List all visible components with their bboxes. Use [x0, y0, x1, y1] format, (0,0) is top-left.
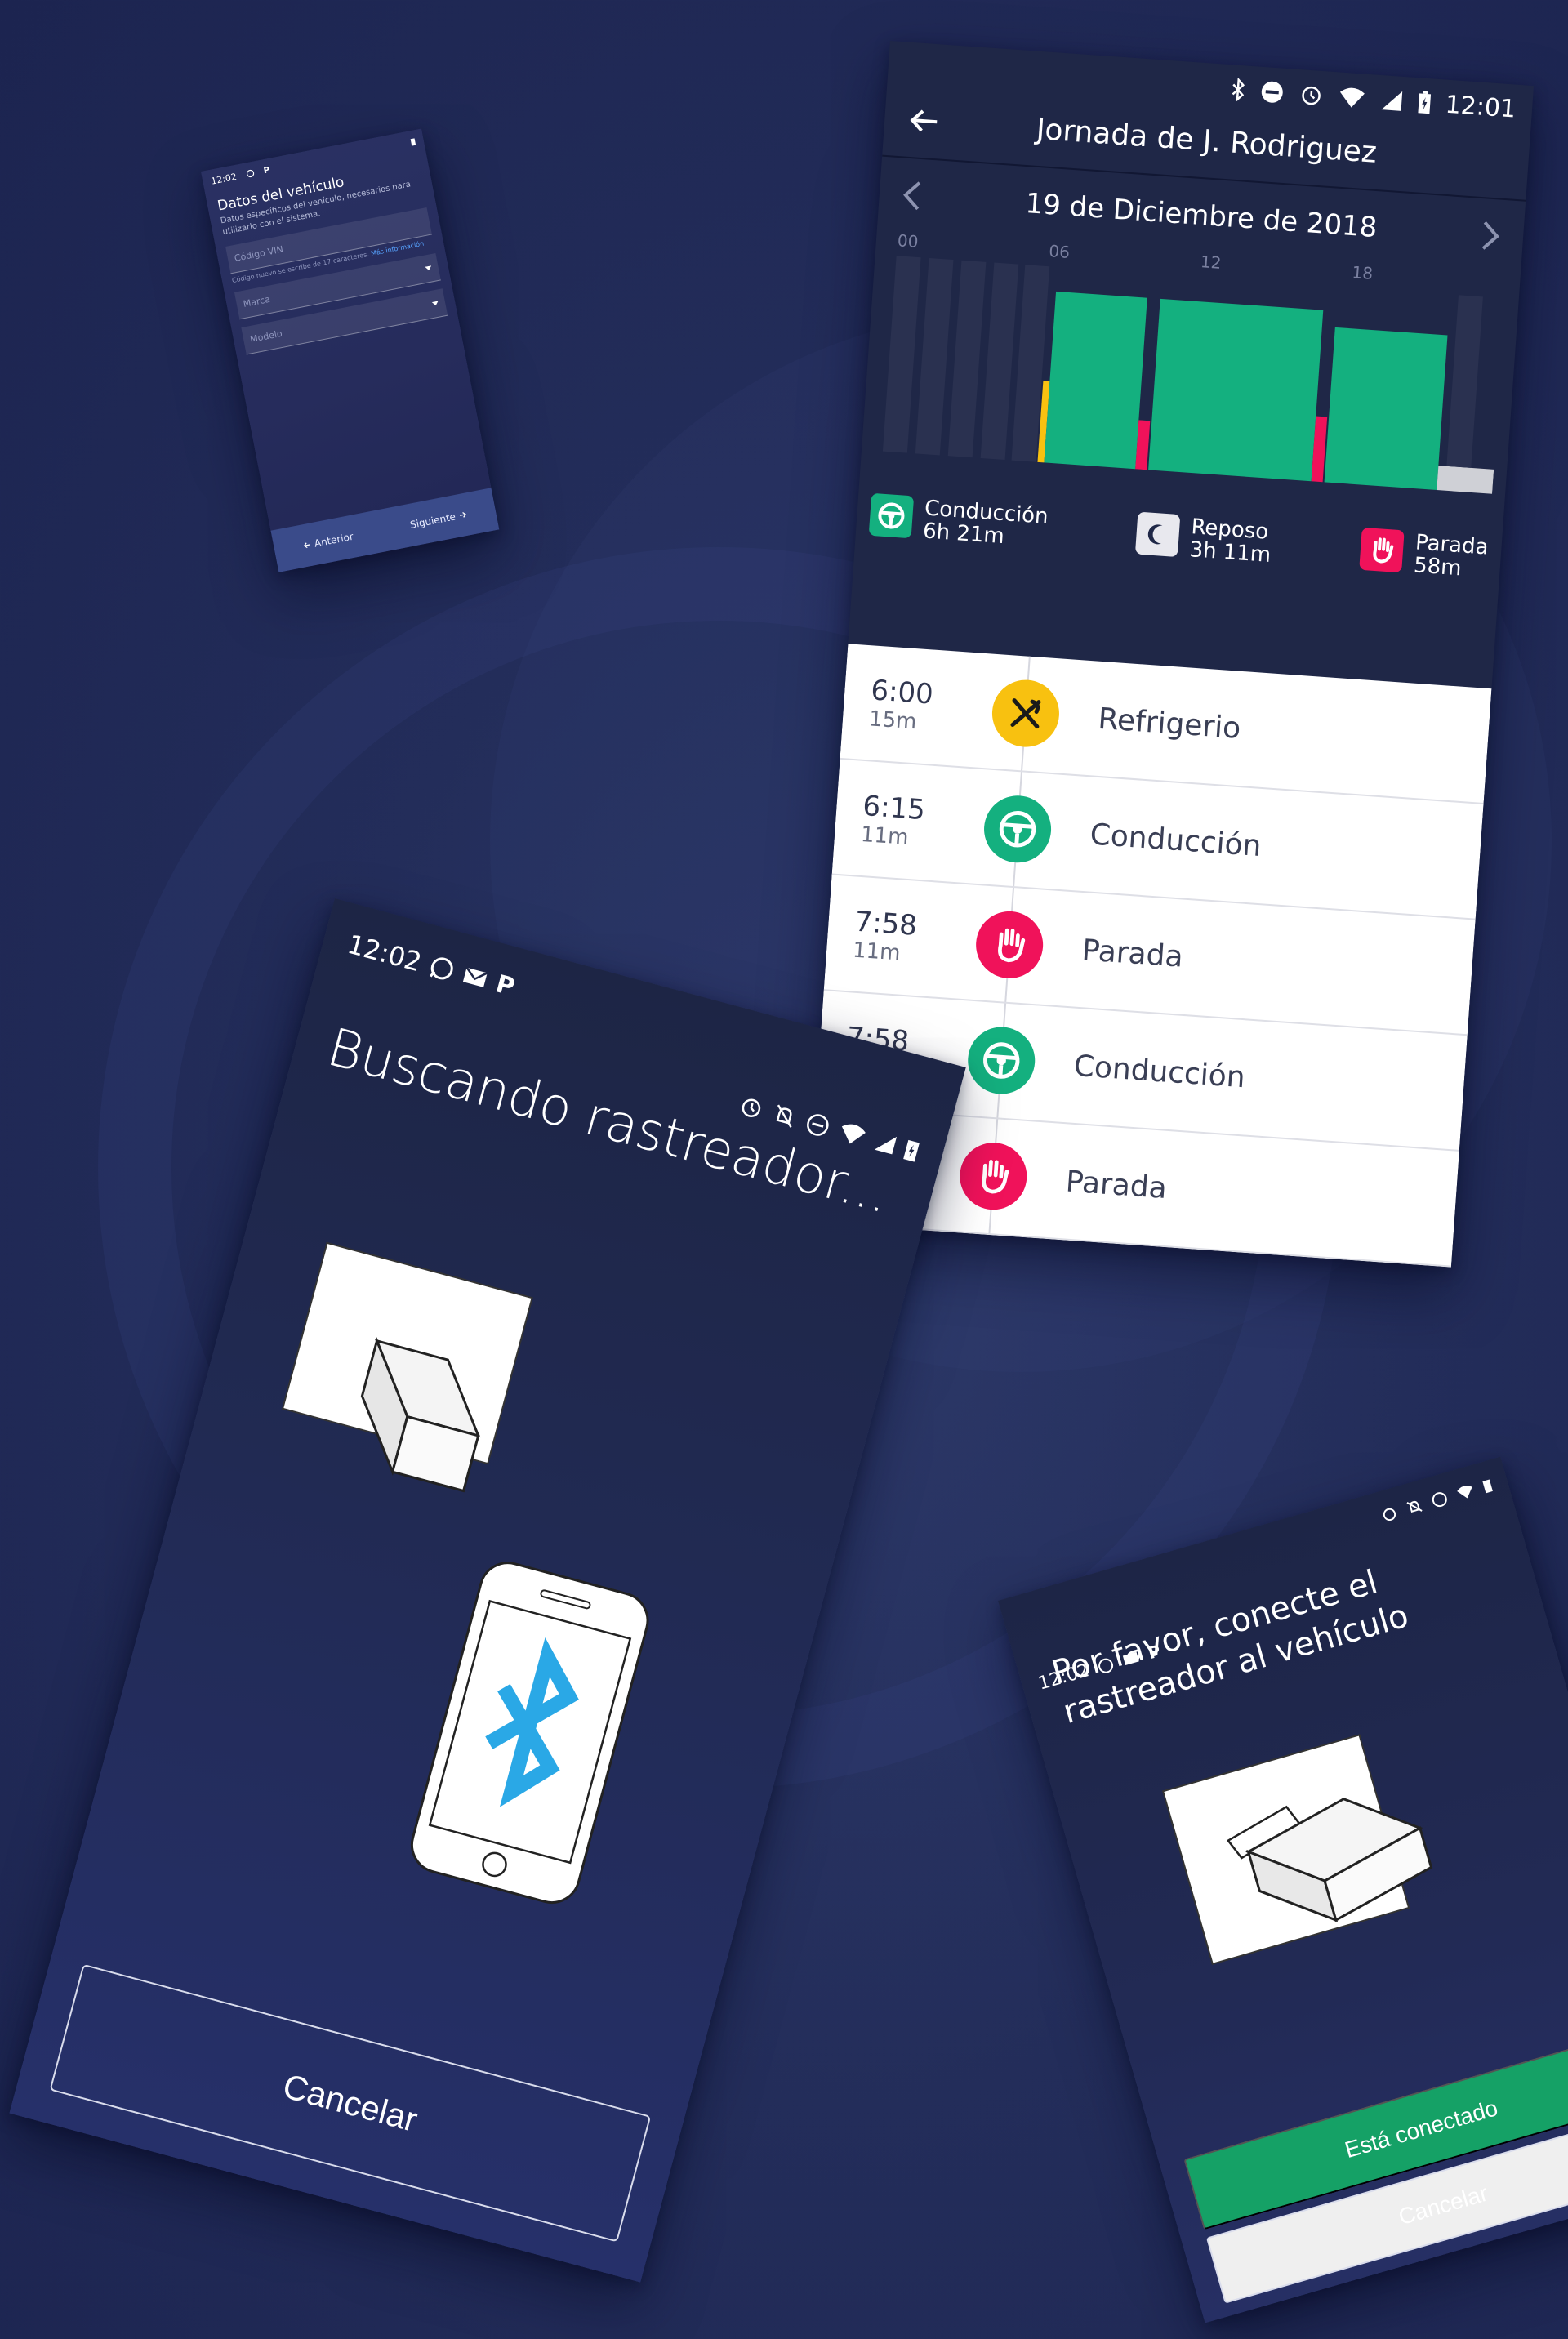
rest-bar	[947, 260, 987, 458]
hand-stop-icon	[1359, 527, 1405, 573]
hour-tick-12: 12	[1200, 252, 1222, 273]
status-time: 12:01	[1444, 90, 1517, 124]
rest-bar	[882, 256, 921, 453]
vehicle-data-screen: 12:02 P Datos del vehículo Datos específ…	[201, 128, 500, 572]
event-label: Parada	[1080, 933, 1184, 974]
signal-icon	[1379, 88, 1404, 113]
hour-tick-00: 00	[897, 231, 919, 252]
tracker-plug-illustration	[1161, 1734, 1433, 1966]
alarm-icon	[1379, 1504, 1400, 1524]
wifi-icon	[1337, 85, 1366, 109]
battery-charging-icon	[1417, 91, 1432, 114]
rest-bar	[980, 262, 1019, 461]
activity-timeline-chart: 00 06 12 18	[872, 231, 1508, 527]
hour-tick-06: 06	[1049, 241, 1071, 262]
legend-rest: Reposo 3h 11m	[1133, 511, 1273, 599]
event-start: 7:58	[853, 905, 919, 942]
whatsapp-icon	[427, 954, 457, 984]
do-not-disturb-icon	[1429, 1490, 1450, 1510]
rest-bar	[915, 257, 954, 456]
notifications-off-icon	[1405, 1497, 1425, 1517]
outlook-icon	[461, 962, 491, 992]
event-time: 6:15 11m	[834, 788, 936, 852]
event-label: Refrigerio	[1097, 702, 1242, 746]
legend-stop: Parada 58m	[1357, 527, 1490, 615]
previous-label: Anterior	[313, 530, 354, 550]
status-time: 12:02	[210, 171, 238, 187]
vin-placeholder: Código VIN	[233, 243, 284, 264]
legend-driving: Conducción 6h 21m	[866, 492, 1049, 584]
bluetooth-icon	[1229, 78, 1245, 102]
event-label: Conducción	[1072, 1049, 1247, 1094]
phone-bluetooth-illustration	[410, 1562, 649, 1904]
driving-bar	[1044, 291, 1147, 470]
event-label: Conducción	[1089, 817, 1263, 863]
selected-date: 19 de Diciembre de 2018	[1024, 187, 1379, 245]
fork-knife-icon	[990, 677, 1062, 750]
do-not-disturb-icon	[1258, 79, 1285, 105]
dropdown-arrow-icon	[431, 300, 439, 306]
connect-tracker-screen: 12:02 P Por favor, conecte el rastreador…	[998, 1456, 1568, 2323]
event-duration: 15m	[867, 706, 918, 735]
moon-sleep-icon	[1135, 511, 1181, 558]
wizard-footer: Anterior Siguiente	[270, 488, 500, 572]
event-duration: 11m	[860, 822, 910, 850]
event-duration: 11m	[852, 938, 902, 966]
steering-wheel-icon	[982, 793, 1054, 865]
hour-tick-18: 18	[1352, 262, 1374, 283]
event-label: Parada	[1064, 1164, 1169, 1205]
wifi-icon	[1454, 1482, 1476, 1501]
back-arrow-icon[interactable]	[906, 104, 942, 139]
rest-bar	[1446, 295, 1483, 468]
battery-icon	[410, 137, 416, 146]
searching-tracker-screen: 12:02 P Buscando rastreador... Cancelar	[9, 898, 966, 2283]
steering-wheel-icon	[965, 1024, 1037, 1097]
next-button[interactable]: Siguiente	[409, 509, 468, 531]
cancel-button[interactable]: Cancelar	[49, 1963, 652, 2243]
hand-stop-icon	[957, 1140, 1030, 1212]
legend-duration: 3h 11m	[1188, 537, 1272, 568]
hand-stop-icon	[973, 909, 1045, 981]
event-time: 7:58 11m	[826, 903, 928, 967]
rest-bar	[1437, 466, 1494, 494]
status-time: 12:02	[344, 928, 425, 978]
battery-icon	[1481, 1477, 1494, 1494]
brand-placeholder: Marca	[242, 293, 271, 310]
steering-wheel-icon	[949, 1256, 1022, 1268]
alarm-icon	[1298, 82, 1324, 108]
previous-button[interactable]: Anterior	[302, 531, 354, 552]
arrow-left-icon	[302, 541, 312, 550]
whatsapp-icon	[245, 169, 255, 179]
arrow-right-icon	[458, 510, 468, 520]
signal-icon	[872, 1130, 898, 1156]
parking-icon: P	[492, 969, 518, 1002]
chevron-left-icon[interactable]	[901, 179, 923, 213]
chevron-right-icon[interactable]	[1480, 219, 1502, 253]
event-time: 6:00 15m	[842, 672, 944, 736]
event-start: 6:00	[870, 674, 935, 711]
driving-bar	[1148, 298, 1324, 482]
next-label: Siguiente	[408, 510, 457, 531]
dropdown-arrow-icon	[425, 265, 432, 271]
parking-icon: P	[262, 165, 271, 176]
timeline-svg: 00 06 12 18	[882, 231, 1494, 494]
model-placeholder: Modelo	[249, 327, 283, 345]
tracker-device-illustration	[281, 1241, 533, 1493]
event-start: 6:15	[862, 789, 927, 827]
driving-bar	[1324, 327, 1448, 491]
steering-wheel-icon	[868, 492, 915, 539]
